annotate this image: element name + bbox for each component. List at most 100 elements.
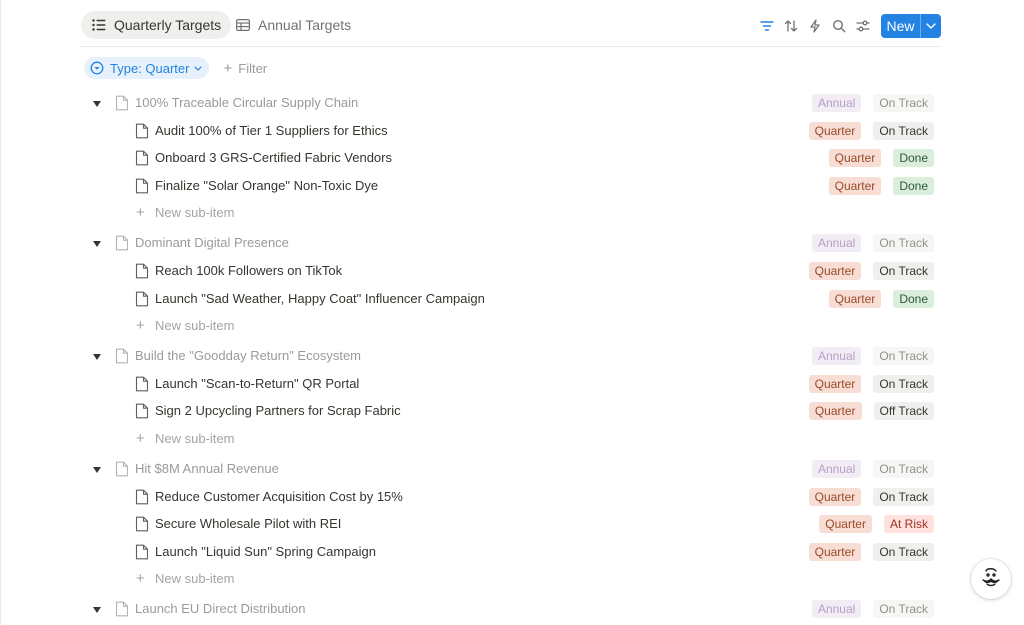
sub-item-title[interactable]: Launch "Liquid Sun" Spring Campaign	[155, 544, 376, 559]
page-icon	[135, 403, 149, 419]
search-icon[interactable]	[827, 14, 851, 38]
settings-icon[interactable]	[851, 14, 875, 38]
tab-label: Quarterly Targets	[114, 17, 222, 33]
new-sub-item-label: New sub-item	[155, 571, 235, 587]
page-icon	[135, 178, 149, 194]
property-tags: Annual On Track	[800, 459, 934, 478]
sub-item-title[interactable]: Audit 100% of Tier 1 Suppliers for Ethic…	[155, 123, 388, 138]
type-tag[interactable]: Quarter	[808, 402, 862, 421]
sub-item-title[interactable]: Secure Wholesale Pilot with REI	[155, 516, 341, 531]
status-tag[interactable]: At Risk	[883, 515, 934, 534]
parent-item-title[interactable]: 100% Traceable Circular Supply Chain	[135, 95, 358, 110]
page-icon	[115, 461, 129, 477]
sub-item-title[interactable]: Launch "Scan-to-Return" QR Portal	[155, 376, 359, 391]
page-icon	[135, 291, 149, 307]
type-tag[interactable]: Annual	[811, 459, 862, 478]
sub-item-list: 100% Traceable Circular Supply Chain Annu…	[0, 89, 1024, 623]
tab-annual-targets[interactable]: Annual Targets	[225, 11, 361, 39]
toggle-triangle-icon[interactable]	[91, 603, 103, 615]
sub-item-row[interactable]: Reach 100k Followers on TikTok Quarter On …	[0, 257, 1024, 285]
sub-item-title[interactable]: Onboard 3 GRS-Certified Fabric Vendors	[155, 150, 392, 165]
type-tag[interactable]: Quarter	[819, 515, 872, 534]
sub-item-row[interactable]: Launch "Scan-to-Return" QR Portal Quarter…	[0, 370, 1024, 398]
new-sub-item-button[interactable]: + New sub-item	[0, 425, 1024, 455]
sort-icon[interactable]	[779, 14, 803, 38]
parent-item-row[interactable]: Launch EU Direct Distribution Annual On Tr…	[0, 595, 1024, 623]
page-icon	[115, 348, 129, 364]
filter-icon[interactable]	[755, 14, 779, 38]
new-sub-item-button[interactable]: + New sub-item	[0, 312, 1024, 342]
toggle-triangle-icon[interactable]	[91, 463, 103, 475]
status-tag[interactable]: On Track	[873, 487, 934, 506]
help-avatar-button[interactable]	[971, 559, 1011, 599]
add-filter-button[interactable]: + Filter	[223, 60, 267, 77]
parent-item-title[interactable]: Hit $8M Annual Revenue	[135, 461, 279, 476]
sub-item-row[interactable]: Launch "Sad Weather, Happy Coat" Influen…	[0, 285, 1024, 313]
status-tag[interactable]: Done	[893, 149, 934, 168]
parent-item-title[interactable]: Dominant Digital Presence	[135, 235, 289, 250]
status-tag[interactable]: On Track	[873, 600, 934, 619]
add-filter-label: Filter	[238, 60, 268, 76]
sub-item-row[interactable]: Reduce Customer Acquisition Cost by 15% Q…	[0, 483, 1024, 511]
property-tags: Quarter Off Track	[797, 402, 934, 421]
status-tag[interactable]: Off Track	[873, 402, 934, 421]
parent-item-row[interactable]: 100% Traceable Circular Supply Chain Annu…	[0, 89, 1024, 117]
property-tags: Quarter On Track	[797, 121, 934, 140]
property-tags: Quarter On Track	[797, 261, 934, 280]
parent-item-row[interactable]: Hit $8M Annual Revenue Annual On Track	[0, 455, 1024, 483]
status-tag[interactable]: On Track	[873, 459, 934, 478]
parent-item-title[interactable]: Launch EU Direct Distribution	[135, 601, 306, 616]
new-button-label: New	[886, 18, 915, 34]
status-tag[interactable]: Done	[893, 289, 934, 308]
type-tag[interactable]: Quarter	[808, 261, 862, 280]
lightning-icon[interactable]	[803, 14, 827, 38]
sub-item-row[interactable]: Sign 2 Upcycling Partners for Scrap Fabr…	[0, 397, 1024, 425]
type-tag[interactable]: Annual	[811, 600, 862, 619]
status-tag[interactable]: On Track	[873, 374, 934, 393]
status-tag[interactable]: On Track	[873, 542, 934, 561]
sub-item-row[interactable]: Launch "Liquid Sun" Spring Campaign Quart…	[0, 538, 1024, 566]
status-tag[interactable]: On Track	[873, 234, 934, 253]
toggle-triangle-icon[interactable]	[91, 97, 103, 109]
property-tags: Annual On Track	[800, 94, 934, 112]
new-sub-item-button[interactable]: + New sub-item	[0, 199, 1024, 229]
sub-item-row[interactable]: Finalize "Solar Orange" Non-Toxic Dye Qua…	[0, 172, 1024, 200]
status-tag[interactable]: On Track	[873, 347, 934, 366]
sub-item-title[interactable]: Reach 100k Followers on TikTok	[155, 263, 342, 278]
property-tags: Annual On Track	[800, 234, 934, 253]
status-tag[interactable]: On Track	[873, 261, 934, 280]
type-tag[interactable]: Quarter	[828, 176, 882, 195]
new-sub-item-button[interactable]: + New sub-item	[0, 565, 1024, 595]
tab-quarterly-targets[interactable]: Quarterly Targets	[81, 11, 232, 39]
type-tag[interactable]: Annual	[811, 94, 862, 112]
type-tag[interactable]: Quarter	[828, 149, 882, 168]
status-tag[interactable]: Done	[893, 176, 934, 195]
parent-item-row[interactable]: Dominant Digital Presence Annual On Track	[0, 229, 1024, 257]
sub-item-row[interactable]: Audit 100% of Tier 1 Suppliers for Ethic…	[0, 117, 1024, 145]
type-tag[interactable]: Quarter	[808, 487, 862, 506]
sub-item-row[interactable]: Onboard 3 GRS-Certified Fabric Vendors Qu…	[0, 144, 1024, 172]
new-button[interactable]: New	[881, 14, 941, 38]
type-tag[interactable]: Annual	[811, 234, 862, 253]
sub-item-title[interactable]: Finalize "Solar Orange" Non-Toxic Dye	[155, 178, 378, 193]
sub-item-row[interactable]: Secure Wholesale Pilot with REI Quarter At…	[0, 510, 1024, 538]
page-icon	[135, 516, 149, 532]
type-tag[interactable]: Quarter	[808, 542, 862, 561]
sub-item-title[interactable]: Launch "Sad Weather, Happy Coat" Influen…	[155, 291, 485, 306]
type-tag[interactable]: Annual	[811, 347, 862, 366]
chevron-down-icon[interactable]	[921, 23, 941, 29]
sub-item-title[interactable]: Reduce Customer Acquisition Cost by 15%	[155, 489, 403, 504]
type-tag[interactable]: Quarter	[808, 374, 862, 393]
type-filter-chip[interactable]: Type: Quarter	[84, 57, 210, 79]
status-tag[interactable]: On Track	[873, 94, 934, 112]
sub-item-title[interactable]: Sign 2 Upcycling Partners for Scrap Fabr…	[155, 403, 401, 418]
parent-item-row[interactable]: Build the "Goodday Return" Ecosystem Annu…	[0, 342, 1024, 370]
parent-item-title[interactable]: Build the "Goodday Return" Ecosystem	[135, 348, 361, 363]
type-tag[interactable]: Quarter	[828, 289, 882, 308]
toggle-triangle-icon[interactable]	[91, 350, 103, 362]
status-tag[interactable]: On Track	[873, 121, 934, 140]
new-sub-item-label: New sub-item	[155, 430, 235, 446]
toggle-triangle-icon[interactable]	[91, 237, 103, 249]
type-tag[interactable]: Quarter	[808, 121, 862, 140]
page-icon	[115, 601, 129, 617]
